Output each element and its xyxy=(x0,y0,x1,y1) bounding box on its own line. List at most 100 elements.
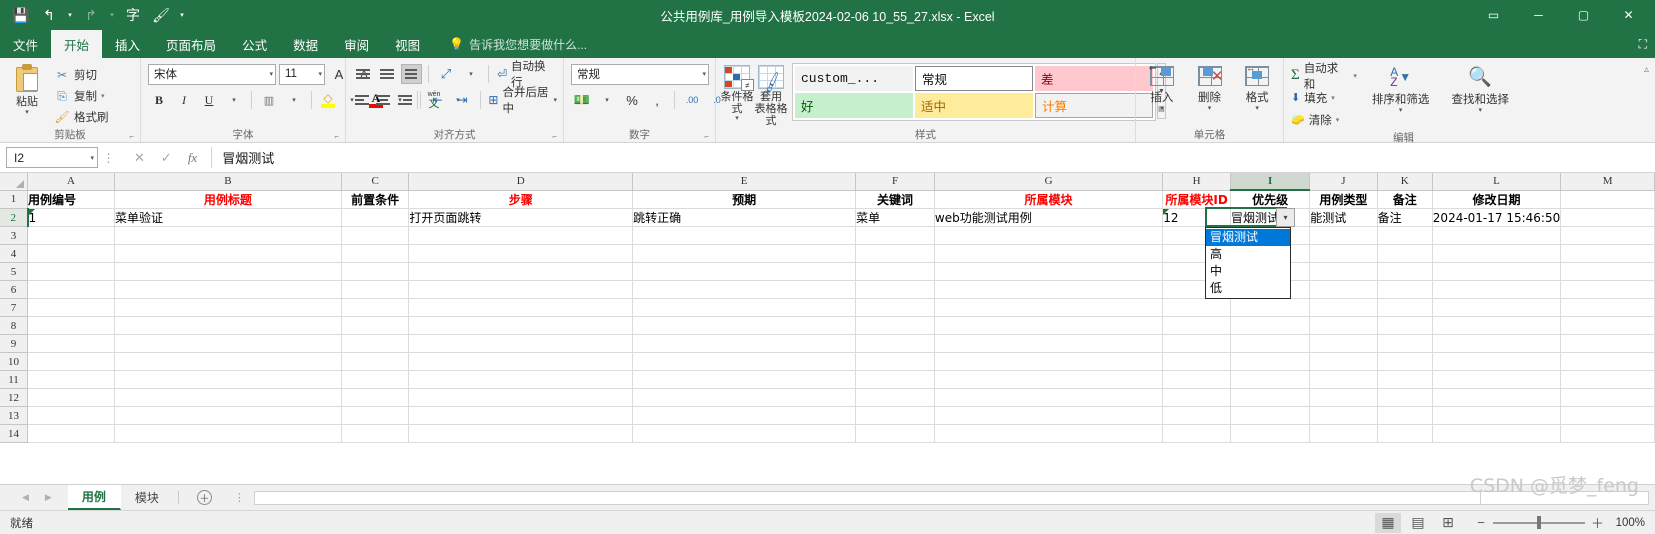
clear-button[interactable]: 🧽 清除 ▾ xyxy=(1288,109,1360,130)
column-header-D[interactable]: D xyxy=(408,173,634,191)
number-format-combo[interactable]: 常规 ▾ xyxy=(571,63,709,85)
cell-C3[interactable] xyxy=(341,226,410,245)
cell-L11[interactable] xyxy=(1432,370,1562,389)
find-select-button[interactable]: 🔍 查找和选择 ▾ xyxy=(1441,63,1519,115)
cell-F13[interactable] xyxy=(855,406,935,425)
font-dialog-launcher-icon[interactable]: ⌐ xyxy=(334,132,339,141)
column-header-A[interactable]: A xyxy=(27,173,115,191)
cell-K6[interactable] xyxy=(1377,280,1433,299)
wrap-text-button[interactable]: ⏎ 自动换行 xyxy=(495,61,559,89)
cell-M8[interactable] xyxy=(1560,316,1655,335)
cell-E14[interactable] xyxy=(632,424,857,443)
row-header-2[interactable]: 2 xyxy=(0,208,29,227)
currency-caret-icon[interactable]: ▾ xyxy=(596,90,618,111)
cell-I7[interactable] xyxy=(1230,298,1311,317)
close-button[interactable]: ✕ xyxy=(1606,0,1651,30)
tab-home[interactable]: 开始 xyxy=(51,30,103,58)
maximize-button[interactable]: ▢ xyxy=(1561,0,1606,30)
zoom-in-button[interactable]: ＋ xyxy=(1591,513,1604,532)
conditional-formatting-button[interactable]: ≠ 条件格式 ▾ xyxy=(720,63,754,123)
cell-L10[interactable] xyxy=(1432,352,1562,371)
row-header-6[interactable]: 6 xyxy=(0,280,29,299)
cell-E5[interactable] xyxy=(632,262,857,281)
sort-filter-button[interactable]: AZ ▼ 排序和筛选 ▾ xyxy=(1362,63,1440,115)
cell-A10[interactable] xyxy=(27,352,115,371)
minimize-button[interactable]: ─ xyxy=(1516,0,1561,30)
cell-D1[interactable]: 步骤 xyxy=(408,190,634,209)
cell-C13[interactable] xyxy=(341,406,410,425)
horizontal-scroll-area[interactable]: ⋮ xyxy=(226,485,1655,510)
cell-A1[interactable]: 用例编号 xyxy=(27,190,115,209)
cell-F4[interactable] xyxy=(855,244,935,263)
row-header-8[interactable]: 8 xyxy=(0,316,29,335)
cell-G12[interactable] xyxy=(934,388,1164,407)
cell-M2[interactable] xyxy=(1560,208,1655,227)
cell-F3[interactable] xyxy=(855,226,935,245)
cell-F8[interactable] xyxy=(855,316,935,335)
cell-E12[interactable] xyxy=(632,388,857,407)
cell-K4[interactable] xyxy=(1377,244,1433,263)
cell-F2[interactable]: 菜单 xyxy=(855,208,935,227)
cell-L8[interactable] xyxy=(1432,316,1562,335)
dropdown-option-3[interactable]: 低 xyxy=(1206,280,1290,297)
cell-styles-gallery[interactable]: custom_... 常规 差 好 适中 计算 xyxy=(792,63,1156,121)
row-header-12[interactable]: 12 xyxy=(0,388,29,407)
cell-J14[interactable] xyxy=(1309,424,1378,443)
cell-B4[interactable] xyxy=(114,244,342,263)
align-bottom-button[interactable] xyxy=(400,64,422,84)
font-name-caret-icon[interactable]: ▾ xyxy=(265,70,273,78)
dropdown-option-2[interactable]: 中 xyxy=(1206,263,1290,280)
column-header-C[interactable]: C xyxy=(341,173,410,191)
cell-J5[interactable] xyxy=(1309,262,1378,281)
tab-formulas[interactable]: 公式 xyxy=(229,30,280,58)
tab-data[interactable]: 数据 xyxy=(280,30,331,58)
cell-A13[interactable] xyxy=(27,406,115,425)
currency-icon[interactable]: 💵 xyxy=(571,90,593,111)
cell-F11[interactable] xyxy=(855,370,935,389)
cell-I1[interactable]: 优先级 xyxy=(1230,190,1311,209)
cell-A14[interactable] xyxy=(27,424,115,443)
sign-in-icon[interactable]: ⛶ xyxy=(1639,37,1647,52)
clipboard-dialog-launcher-icon[interactable]: ⌐ xyxy=(129,132,134,141)
increase-indent-icon[interactable]: ⇥ xyxy=(452,90,474,111)
cell-B5[interactable] xyxy=(114,262,342,281)
cell-B3[interactable] xyxy=(114,226,342,245)
cell-G5[interactable] xyxy=(934,262,1164,281)
cell-E9[interactable] xyxy=(632,334,857,353)
column-header-E[interactable]: E xyxy=(632,173,857,191)
cell-H12[interactable] xyxy=(1162,388,1232,407)
column-header-M[interactable]: M xyxy=(1560,173,1655,191)
cell-I2[interactable]: 冒烟测试 xyxy=(1230,208,1311,227)
zoom-slider[interactable] xyxy=(1493,516,1585,530)
cell-H13[interactable] xyxy=(1162,406,1232,425)
cell-C8[interactable] xyxy=(341,316,410,335)
row-header-9[interactable]: 9 xyxy=(0,334,29,353)
cell-A6[interactable] xyxy=(27,280,115,299)
cell-H8[interactable] xyxy=(1162,316,1232,335)
cell-C2[interactable] xyxy=(341,208,410,227)
merge-center-button[interactable]: ⊞ 合并后居中 ▾ xyxy=(486,87,559,115)
italic-button[interactable]: I xyxy=(173,90,195,111)
row-header-7[interactable]: 7 xyxy=(0,298,29,317)
cell-G13[interactable] xyxy=(934,406,1164,425)
sheet-tab-yongli[interactable]: 用例 xyxy=(67,485,121,510)
redo-dropdown-caret-icon[interactable]: ▾ xyxy=(106,3,118,27)
column-header-K[interactable]: K xyxy=(1377,173,1433,191)
sheet-nav-arrows[interactable]: ◀ ▶ xyxy=(0,485,68,510)
cell-K3[interactable] xyxy=(1377,226,1433,245)
cell-M1[interactable] xyxy=(1560,190,1655,209)
cell-G14[interactable] xyxy=(934,424,1164,443)
orientation-caret-icon[interactable]: ▾ xyxy=(460,64,482,85)
column-header-F[interactable]: F xyxy=(855,173,935,191)
view-normal-button[interactable]: ▦ xyxy=(1375,512,1401,533)
paste-caret-icon[interactable]: ▾ xyxy=(25,109,29,117)
cell-L4[interactable] xyxy=(1432,244,1562,263)
dropdown-option-1[interactable]: 高 xyxy=(1206,246,1290,263)
cell-I12[interactable] xyxy=(1230,388,1311,407)
formula-input[interactable]: 冒烟测试 xyxy=(211,147,1655,168)
tab-review[interactable]: 审阅 xyxy=(331,30,382,58)
cell-H2[interactable]: 12 xyxy=(1162,208,1232,227)
sheet-tab-mokuai[interactable]: 模块 xyxy=(121,485,174,510)
style-custom[interactable]: custom_... xyxy=(795,66,913,91)
cell-L14[interactable] xyxy=(1432,424,1562,443)
